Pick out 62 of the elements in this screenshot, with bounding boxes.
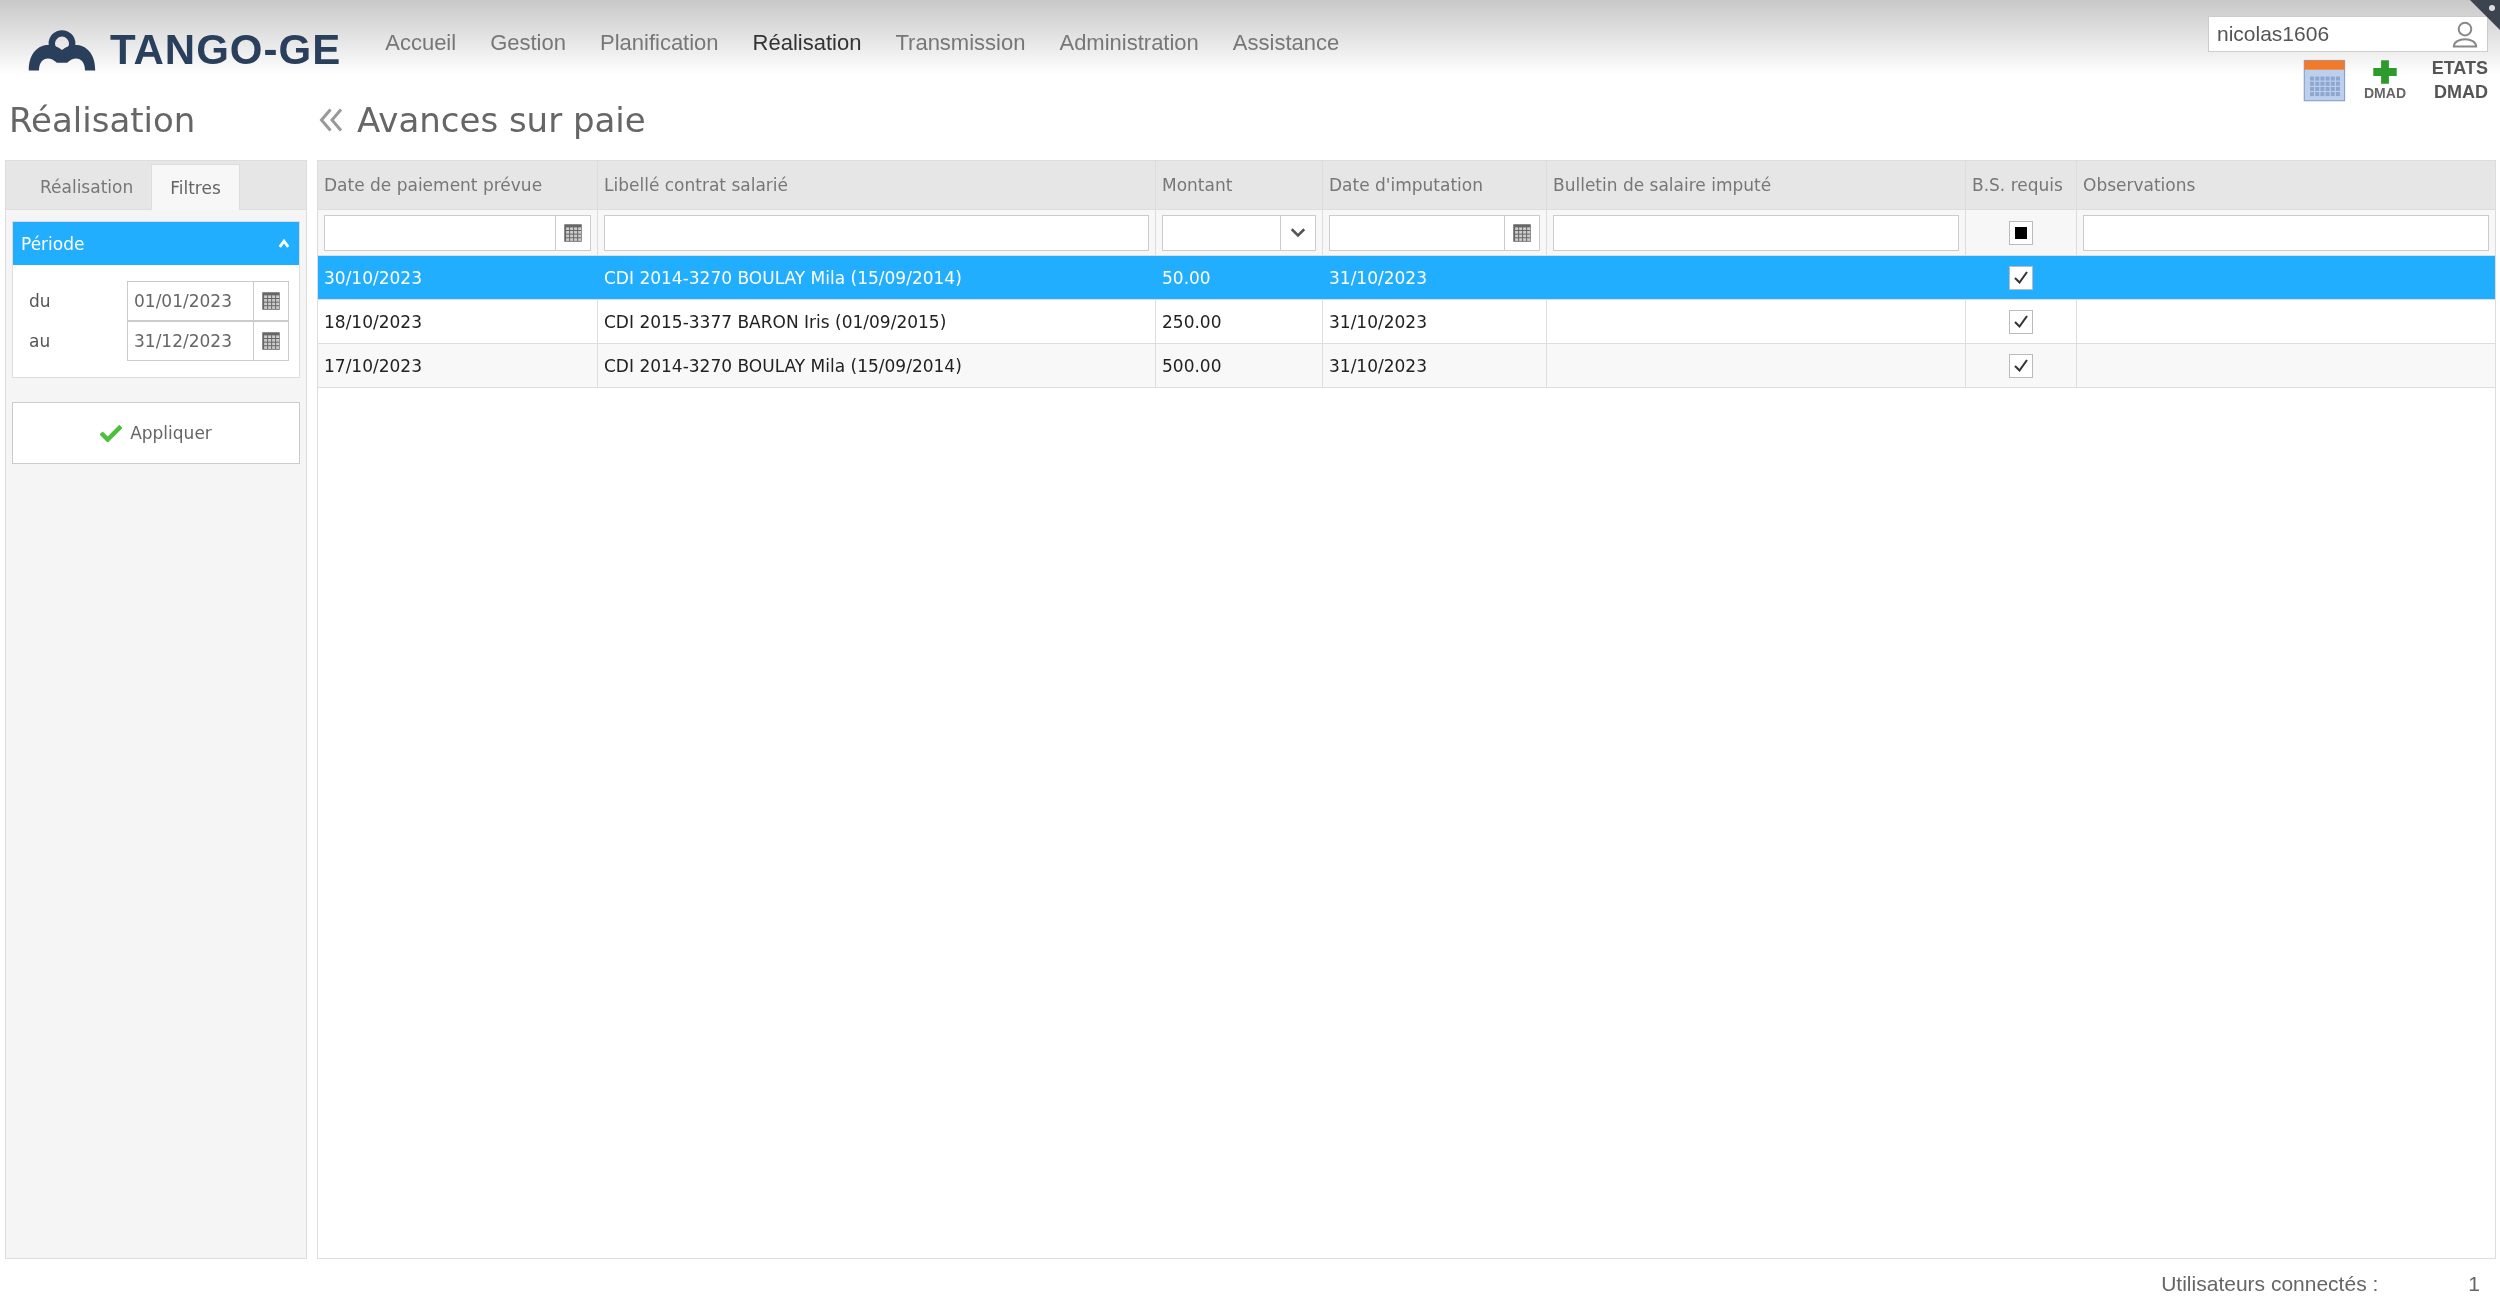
column-header[interactable]: Date de paiement prévue: [318, 161, 598, 209]
calendar-icon[interactable]: [2302, 57, 2348, 103]
table-cell: 31/10/2023: [1329, 267, 1427, 288]
connected-users-count: 1: [2468, 1272, 2480, 1296]
logo-text: TANGO-GE: [110, 26, 342, 74]
sidebar-tab[interactable]: Filtres: [151, 164, 240, 210]
column-header[interactable]: Libellé contrat salarié: [598, 161, 1156, 209]
column-header[interactable]: Montant: [1156, 161, 1323, 209]
page-title: Avances sur paie: [357, 100, 646, 140]
etats-dmad-button[interactable]: ETATS DMAD: [2422, 56, 2488, 104]
row-checkbox[interactable]: [2009, 265, 2033, 290]
date-filter-field[interactable]: [324, 214, 591, 251]
calendar-icon[interactable]: [261, 331, 281, 351]
table-cell: 250.00: [1162, 311, 1222, 332]
table-cell: 31/10/2023: [1329, 355, 1427, 376]
period-header[interactable]: Période: [13, 222, 299, 265]
calendar-icon[interactable]: [563, 222, 583, 243]
table-cell: 30/10/2023: [324, 267, 422, 288]
table-cell: CDI 2014-3270 BOULAY Mila (15/09/2014): [604, 267, 962, 288]
table-row[interactable]: 18/10/2023 CDI 2015-3377 BARON Iris (01/09/2015) 250.00 31/10/2023: [318, 300, 2495, 344]
column-header[interactable]: Observations: [2077, 161, 2495, 209]
table-cell: CDI 2014-3270 BOULAY Mila (15/09/2014): [604, 355, 962, 376]
apply-button[interactable]: Appliquer: [12, 402, 300, 464]
date-label: au: [29, 331, 52, 351]
table-cell: CDI 2015-3377 BARON Iris (01/09/2015): [604, 311, 947, 332]
table-cell: 500.00: [1162, 355, 1222, 376]
user-field[interactable]: nicolas1606: [2208, 16, 2488, 52]
date-filter-field[interactable]: [1329, 214, 1540, 251]
text-filter-field[interactable]: [1553, 214, 1959, 251]
nav-item[interactable]: Planification: [597, 28, 721, 58]
calendar-icon[interactable]: [261, 291, 281, 311]
row-checkbox[interactable]: [2009, 353, 2033, 378]
sidebar-title: Réalisation: [9, 100, 197, 140]
nav-item[interactable]: Transmission: [893, 28, 1028, 58]
table-cell: 17/10/2023: [324, 355, 422, 376]
nav-item[interactable]: Gestion: [488, 28, 568, 58]
column-header[interactable]: Bulletin de salaire imputé: [1547, 161, 1966, 209]
plus-icon: [2372, 59, 2398, 85]
sidebar-tab[interactable]: Réalisation: [22, 165, 152, 209]
row-checkbox[interactable]: [2009, 309, 2033, 334]
date-label: du: [29, 291, 52, 311]
column-header[interactable]: Date d'imputation: [1323, 161, 1547, 209]
text-filter-field[interactable]: [604, 214, 1149, 251]
check-icon: [100, 424, 123, 442]
table-cell: 18/10/2023: [324, 311, 422, 332]
table-row[interactable]: 30/10/2023 CDI 2014-3270 BOULAY Mila (15/09/2014) 50.00 31/10/2023: [318, 256, 2495, 300]
filter-checkbox[interactable]: [2009, 220, 2033, 245]
table-row[interactable]: 17/10/2023 CDI 2014-3270 BOULAY Mila (15/09/2014) 500.00 31/10/2023: [318, 344, 2495, 388]
date-field[interactable]: 31/12/2023: [127, 321, 289, 361]
add-dmad-button[interactable]: DMAD: [2364, 59, 2406, 101]
table-cell: 31/10/2023: [1329, 311, 1427, 332]
date-field[interactable]: 01/01/2023: [127, 281, 289, 321]
column-header[interactable]: B.S. requis: [1966, 161, 2077, 209]
calendar-icon[interactable]: [1512, 222, 1532, 243]
nav-item[interactable]: Réalisation: [750, 28, 864, 58]
nav-item[interactable]: Administration: [1057, 28, 1201, 58]
text-filter-field[interactable]: [2083, 214, 2489, 251]
user-icon: [2451, 20, 2479, 48]
connected-users-label: Utilisateurs connectés :: [2161, 1272, 2379, 1296]
nav-item[interactable]: Assistance: [1230, 28, 1342, 58]
nav-item[interactable]: Accueil: [383, 28, 459, 58]
table-cell: 50.00: [1162, 267, 1211, 288]
